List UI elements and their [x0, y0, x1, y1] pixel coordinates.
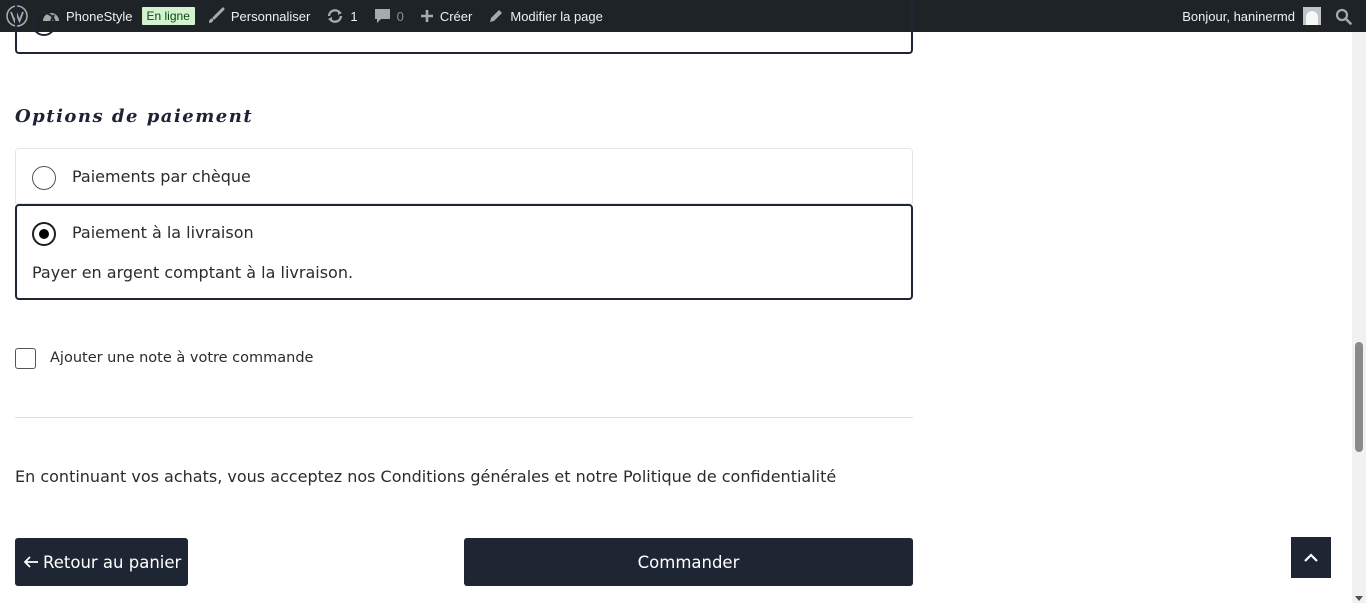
place-order-button[interactable]: Commander	[464, 538, 913, 586]
avatar	[1303, 7, 1321, 25]
place-order-label: Commander	[637, 552, 740, 572]
greeting: Bonjour, haninermd	[1182, 8, 1295, 24]
search-button[interactable]	[1329, 0, 1366, 32]
search-icon	[1335, 8, 1352, 25]
back-to-cart-button[interactable]: Retour au panier	[15, 538, 188, 586]
scroll-down-arrow-icon[interactable]	[1355, 596, 1363, 601]
payment-option-label: Paiement à la livraison	[72, 223, 254, 242]
payment-option-description: Payer en argent comptant à la livraison.	[32, 263, 354, 282]
cod-radio[interactable]	[32, 222, 56, 246]
shipping-radio[interactable]	[32, 12, 56, 36]
order-note-label[interactable]: Ajouter une note à votre commande	[50, 350, 313, 366]
chevron-up-icon	[1303, 548, 1319, 567]
scrollbar-thumb[interactable]	[1355, 342, 1363, 452]
cheque-radio[interactable]	[32, 166, 56, 190]
payment-options-list: Paiements par chèque Paiement à la livra…	[15, 148, 913, 300]
account-menu[interactable]: Bonjour, haninermd	[1174, 0, 1329, 32]
back-to-cart-label: Retour au panier	[43, 552, 182, 572]
arrow-left-icon	[19, 555, 43, 569]
divider	[15, 417, 913, 418]
order-note-checkbox[interactable]	[15, 348, 36, 369]
payment-option-label: Paiements par chèque	[72, 167, 251, 186]
shipping-option-box	[15, 0, 913, 54]
payment-option-cheque[interactable]: Paiements par chèque	[15, 148, 913, 204]
payment-option-cod[interactable]: Paiement à la livraison Payer en argent …	[15, 204, 913, 300]
payment-section-title: Options de paiement	[15, 106, 254, 127]
page-scrollbar[interactable]	[1352, 32, 1366, 603]
terms-notice: En continuant vos achats, vous acceptez …	[15, 467, 837, 486]
scroll-to-top-button[interactable]	[1291, 537, 1331, 578]
